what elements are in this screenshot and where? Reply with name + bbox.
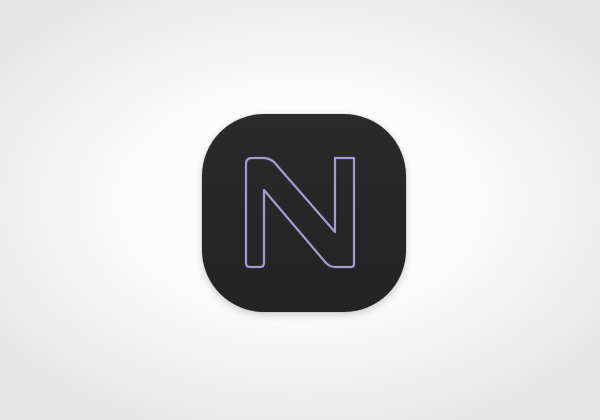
app-icon-tile[interactable]	[202, 114, 406, 312]
letter-n-outline-icon	[244, 156, 356, 269]
canvas	[0, 0, 600, 420]
letter-n-outline-stroke	[244, 156, 356, 269]
